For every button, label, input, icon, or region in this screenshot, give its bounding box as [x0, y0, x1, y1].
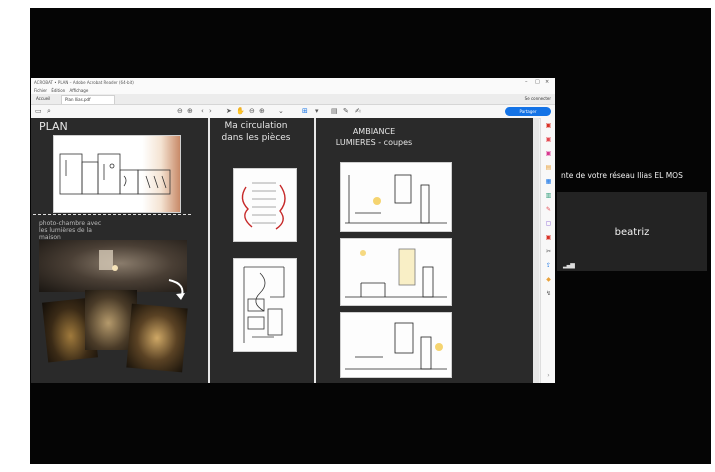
- photo-caption: photo-chambre avec les lumières de la ma…: [39, 220, 102, 241]
- participant-name: beatriz: [614, 227, 650, 238]
- combine-icon[interactable]: ▦: [545, 178, 552, 185]
- share-pane-icon[interactable]: ⇪: [545, 262, 552, 269]
- save-icon[interactable]: ▭: [35, 107, 42, 116]
- send-icon[interactable]: ▢: [545, 220, 552, 227]
- maximize-icon[interactable]: □: [535, 78, 540, 87]
- page-down-icon[interactable]: ›: [209, 107, 212, 116]
- minimize-icon[interactable]: –: [525, 78, 528, 87]
- light-section-2: [340, 238, 452, 306]
- toolbar: ▭ ⌕ ⊖ ⊕ ‹ › ➤ ✋ ⊖ ⊕ ⌄ ⊞ ▾ ▤ ✎ ✍ Partager: [31, 105, 555, 119]
- expand-pane-icon[interactable]: ›: [545, 372, 552, 379]
- comment-pane-icon[interactable]: ▤: [545, 164, 552, 171]
- select-tool-icon[interactable]: ➤: [226, 107, 232, 116]
- participant-tile[interactable]: beatriz ▂▄▆: [557, 192, 707, 271]
- organize-icon[interactable]: ▥: [545, 192, 552, 199]
- export-pdf-icon[interactable]: ▣: [545, 122, 552, 129]
- fit-page-icon[interactable]: ⊞: [302, 107, 308, 116]
- scrolling-notification-text: nte de votre réseau Ilias EL MOS: [561, 171, 683, 180]
- floor-plan-drawing: [53, 135, 181, 213]
- menu-item-view[interactable]: Affichage: [69, 88, 88, 93]
- tools-pane: ▣ ▣ ▣ ▤ ▦ ▥ ✎ ▢ ▣ ✂ ⇪ ◆ ↯ ›: [540, 118, 555, 383]
- ambiance-title-line1: AMBIANCE: [352, 127, 396, 136]
- acrobat-window: ACROBAT • PLAN – Adobe Acrobat Reader (6…: [31, 78, 555, 383]
- section-separator: [33, 214, 191, 215]
- tab-bar: Accueil Plan Ilias.pdf Se connecter: [31, 94, 555, 105]
- close-icon[interactable]: ×: [545, 78, 549, 87]
- vertical-scrollbar[interactable]: [533, 118, 539, 383]
- window-title: ACROBAT • PLAN – Adobe Acrobat Reader (6…: [34, 80, 134, 85]
- column-divider: [208, 118, 210, 383]
- sign-in-link[interactable]: Se connecter: [525, 95, 551, 103]
- tab-home[interactable]: Accueil: [33, 95, 61, 103]
- protect-icon[interactable]: ▣: [545, 234, 552, 241]
- search-icon[interactable]: ⌕: [47, 107, 51, 116]
- circulation-sketch-2: [233, 258, 297, 352]
- menu-bar: Fichier Édition Affichage: [31, 87, 555, 94]
- page-up-icon[interactable]: ‹: [201, 107, 204, 116]
- ambiance-title: AMBIANCE LUMIERES - coupes: [324, 126, 424, 148]
- circulation-title: Ma circulation dans les pièces: [221, 121, 291, 143]
- create-pdf-icon[interactable]: ▣: [545, 136, 552, 143]
- circulation-sketch-1: [233, 168, 297, 242]
- menu-item-file[interactable]: Fichier: [34, 88, 47, 93]
- zoom-in-icon[interactable]: ⊕: [187, 107, 193, 116]
- plan-title: PLAN: [39, 120, 68, 133]
- stamp-icon[interactable]: ◆: [545, 276, 552, 283]
- light-section-1: [340, 162, 452, 232]
- room-photo-4: [126, 303, 188, 373]
- note-icon[interactable]: ▤: [331, 107, 338, 116]
- tab-document[interactable]: Plan Ilias.pdf: [61, 95, 115, 104]
- hand-tool-icon[interactable]: ✋: [236, 107, 245, 116]
- zoom-out-icon[interactable]: ⊖: [177, 107, 183, 116]
- zoom-dropdown-icon[interactable]: ⌄: [278, 107, 284, 116]
- more-tools-icon[interactable]: ✂: [545, 248, 552, 255]
- tools-more-icon[interactable]: ↯: [545, 290, 552, 297]
- pen-icon[interactable]: ✎: [343, 107, 349, 116]
- menu-item-edit[interactable]: Édition: [51, 88, 65, 93]
- document-page: PLAN Ma circulation dans les pièces AMBI…: [31, 118, 533, 383]
- signal-strength-icon: ▂▄▆: [563, 262, 575, 269]
- arrow-icon: [168, 279, 185, 300]
- light-section-3: [340, 312, 452, 378]
- fill-sign-icon[interactable]: ✎: [545, 206, 552, 213]
- ambiance-title-line2: LUMIERES - coupes: [335, 138, 413, 147]
- share-button[interactable]: Partager: [505, 107, 551, 116]
- sign-icon[interactable]: ✍: [355, 107, 361, 116]
- title-bar: ACROBAT • PLAN – Adobe Acrobat Reader (6…: [31, 78, 555, 87]
- edit-pdf-icon[interactable]: ▣: [545, 150, 552, 157]
- zoom-out-tool-icon[interactable]: ⊖: [249, 107, 255, 116]
- comment-icon[interactable]: ▾: [315, 107, 319, 116]
- zoom-in-tool-icon[interactable]: ⊕: [259, 107, 265, 116]
- column-divider: [314, 118, 316, 383]
